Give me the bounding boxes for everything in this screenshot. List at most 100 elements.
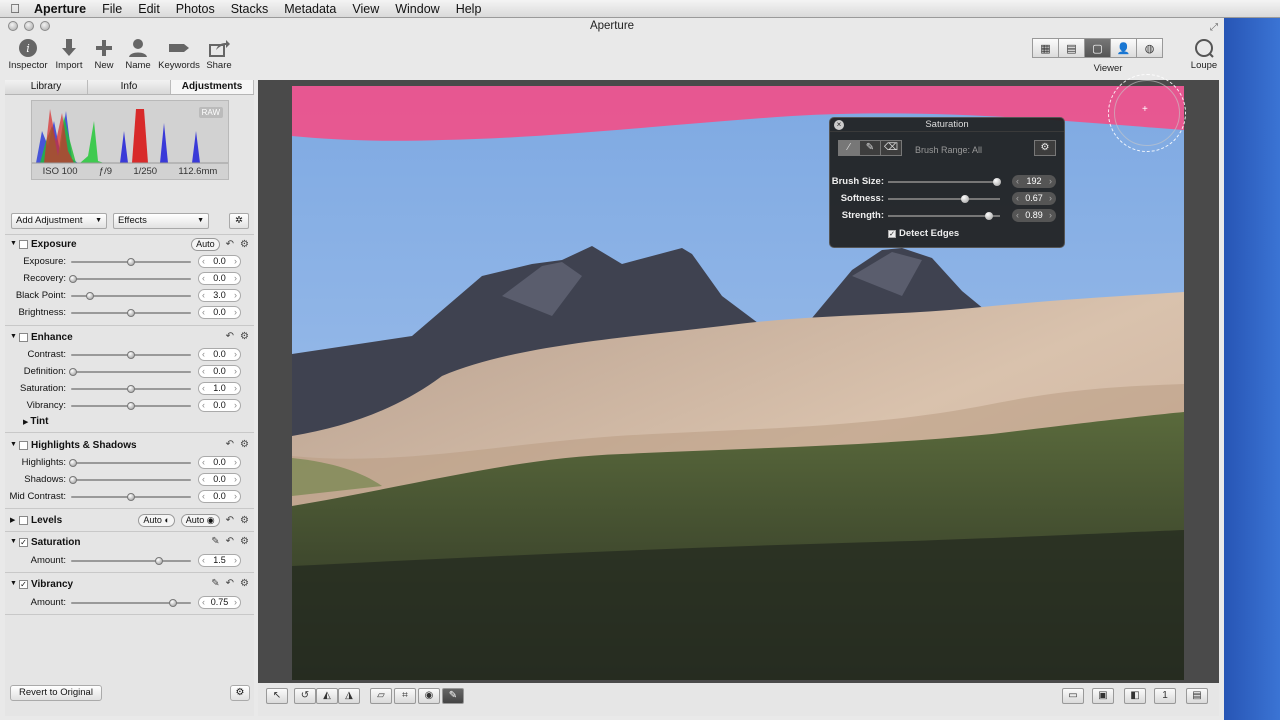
- value-stepper[interactable]: 0.67: [1012, 192, 1056, 205]
- menu-file[interactable]: File: [94, 2, 130, 16]
- gear-icon[interactable]: ⚙: [240, 536, 249, 547]
- red-eye-icon[interactable]: ◉: [418, 688, 440, 704]
- vibrancy-checkbox[interactable]: ✓: [19, 580, 28, 589]
- inspector-gear-icon[interactable]: ⚙: [230, 685, 250, 701]
- fullscreen-view-icon[interactable]: ▤: [1186, 688, 1208, 704]
- slider-knob[interactable]: [961, 195, 969, 203]
- slider-track[interactable]: [71, 278, 191, 280]
- value-stepper[interactable]: 0.0: [198, 272, 241, 285]
- value-stepper[interactable]: 0.0: [198, 490, 241, 503]
- menu-stacks[interactable]: Stacks: [223, 2, 277, 16]
- menu-window[interactable]: Window: [387, 2, 447, 16]
- brush-icon[interactable]: ✎: [211, 578, 219, 589]
- value-stepper[interactable]: 1.5: [198, 554, 241, 567]
- reset-arrow-icon[interactable]: ↶: [226, 439, 234, 450]
- slider-track[interactable]: [71, 479, 191, 481]
- brush-in-icon[interactable]: ⁄: [838, 140, 860, 156]
- split-view-icon[interactable]: ▤: [1058, 38, 1085, 58]
- add-adjustment-dropdown[interactable]: Add Adjustment ▼: [11, 213, 107, 229]
- levels-auto-rgb-button[interactable]: Auto ◉: [180, 514, 220, 527]
- value-stepper[interactable]: 0.0: [198, 399, 241, 412]
- slider-knob[interactable]: [69, 476, 77, 484]
- filmstrip-icon[interactable]: ▣: [1092, 688, 1114, 704]
- gear-icon[interactable]: ⚙: [240, 515, 249, 526]
- reset-arrow-icon[interactable]: ↶: [226, 515, 234, 526]
- slider-knob[interactable]: [127, 385, 135, 393]
- selection-arrow-icon[interactable]: ↖: [266, 688, 288, 704]
- zoom-window-button[interactable]: [40, 21, 50, 31]
- value-stepper[interactable]: 0.0: [198, 473, 241, 486]
- slider-knob[interactable]: [127, 493, 135, 501]
- control-bar-icon[interactable]: ▭: [1062, 688, 1084, 704]
- close-icon[interactable]: ×: [834, 120, 844, 130]
- enhance-checkbox[interactable]: [19, 333, 28, 342]
- slider-knob[interactable]: [86, 292, 94, 300]
- reset-arrow-icon[interactable]: ↶: [226, 578, 234, 589]
- eraser-icon[interactable]: ⌫: [880, 140, 902, 156]
- faces-view-icon[interactable]: 👤: [1110, 38, 1137, 58]
- highlights-shadows-checkbox[interactable]: [19, 441, 28, 450]
- disclosure-triangle-icon[interactable]: ▼: [10, 580, 17, 587]
- gear-icon[interactable]: ⚙: [240, 578, 249, 589]
- places-globe-icon[interactable]: ◍: [1136, 38, 1163, 58]
- reset-arrow-icon[interactable]: ↶: [226, 239, 234, 250]
- compare-icon[interactable]: ◧: [1124, 688, 1146, 704]
- single-view-icon[interactable]: 1: [1154, 688, 1176, 704]
- slider-knob[interactable]: [69, 275, 77, 283]
- slider-knob[interactable]: [993, 178, 1001, 186]
- menu-view[interactable]: View: [344, 2, 387, 16]
- slider-knob[interactable]: [127, 351, 135, 359]
- gear-icon[interactable]: ⚙: [240, 239, 249, 250]
- brush-icon[interactable]: ✎: [211, 536, 219, 547]
- disclosure-triangle-icon[interactable]: ▼: [10, 333, 17, 340]
- menu-edit[interactable]: Edit: [130, 2, 168, 16]
- tab-library[interactable]: Library: [5, 80, 88, 94]
- value-stepper[interactable]: 0.0: [198, 456, 241, 469]
- slider-track[interactable]: [71, 560, 191, 562]
- tab-adjustments[interactable]: Adjustments: [171, 80, 254, 94]
- menu-photos[interactable]: Photos: [168, 2, 223, 16]
- disclosure-triangle-icon[interactable]: ▶: [10, 516, 15, 524]
- value-stepper[interactable]: 0.0: [198, 365, 241, 378]
- levels-auto-luminance-button[interactable]: Auto ◐: [138, 514, 175, 527]
- slider-track[interactable]: [888, 215, 1000, 217]
- slider-knob[interactable]: [127, 309, 135, 317]
- reset-arrow-icon[interactable]: ↶: [226, 536, 234, 547]
- crop-icon[interactable]: ⌗: [394, 688, 416, 704]
- apple-menu-icon[interactable]: : [0, 1, 30, 16]
- disclosure-triangle-icon[interactable]: ▼: [10, 538, 17, 545]
- value-stepper[interactable]: 0.0: [198, 348, 241, 361]
- value-stepper[interactable]: 3.0: [198, 289, 241, 302]
- lift-icon[interactable]: ◮: [338, 688, 360, 704]
- slider-knob[interactable]: [169, 599, 177, 607]
- tint-disclosure[interactable]: ▶ Tint: [23, 416, 48, 427]
- name-button[interactable]: Name: [123, 38, 153, 71]
- slider-knob[interactable]: [155, 557, 163, 565]
- detect-edges-checkbox[interactable]: ✓ Detect Edges: [888, 228, 959, 239]
- slider-knob[interactable]: [127, 258, 135, 266]
- gear-icon[interactable]: ⚙: [240, 331, 249, 342]
- import-button[interactable]: Import: [52, 38, 86, 71]
- menu-help[interactable]: Help: [448, 2, 490, 16]
- saturation-checkbox[interactable]: ✓: [19, 538, 28, 547]
- effects-dropdown[interactable]: Effects ▼: [113, 213, 209, 229]
- menu-metadata[interactable]: Metadata: [276, 2, 344, 16]
- stamp-icon[interactable]: ◭: [316, 688, 338, 704]
- share-button[interactable]: Share: [204, 38, 234, 71]
- slider-track[interactable]: [71, 371, 191, 373]
- minimize-window-button[interactable]: [24, 21, 34, 31]
- slider-track[interactable]: [888, 181, 1000, 183]
- value-stepper[interactable]: 192: [1012, 175, 1056, 188]
- loupe-button[interactable]: Loupe: [1188, 38, 1220, 71]
- revert-to-original-button[interactable]: Revert to Original: [10, 685, 102, 701]
- slider-track[interactable]: [71, 462, 191, 464]
- value-stepper[interactable]: 1.0: [198, 382, 241, 395]
- slider-knob[interactable]: [127, 402, 135, 410]
- close-window-button[interactable]: [8, 21, 18, 31]
- brush-tool-icon[interactable]: ✎: [442, 688, 464, 704]
- straighten-icon[interactable]: ▱: [370, 688, 392, 704]
- gear-icon[interactable]: ⚙: [240, 439, 249, 450]
- viewer-mode-icon[interactable]: ▢: [1084, 38, 1111, 58]
- disclosure-triangle-icon[interactable]: ▼: [10, 240, 17, 247]
- inspector-button[interactable]: i Inspector: [6, 38, 50, 71]
